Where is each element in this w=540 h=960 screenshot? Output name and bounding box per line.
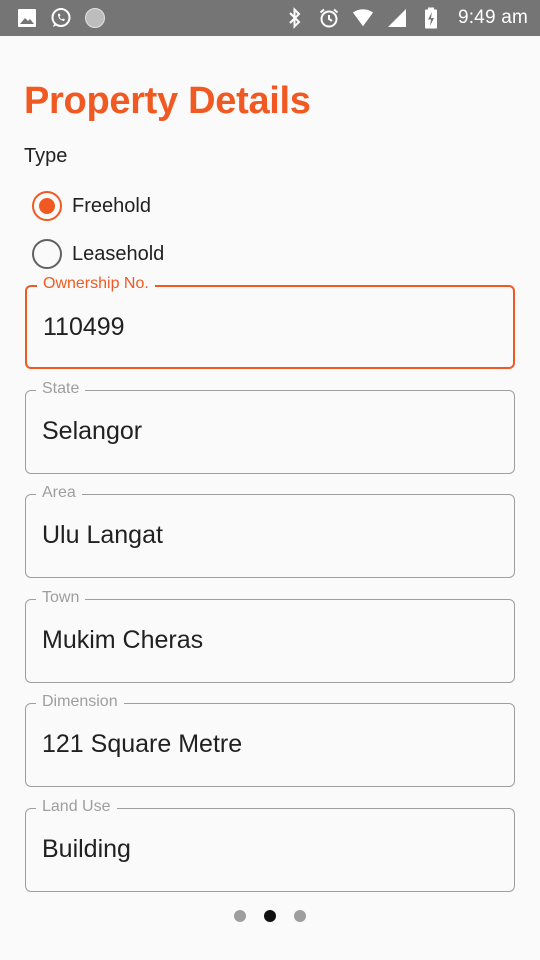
ownership-no-field[interactable]: Ownership No. 110499 <box>25 274 515 369</box>
alarm-icon <box>318 7 340 29</box>
radio-freehold[interactable]: Freehold <box>32 191 151 221</box>
battery-charging-icon <box>420 7 442 29</box>
page-dot-2-active[interactable] <box>264 910 276 922</box>
state-value[interactable]: Selangor <box>42 417 492 446</box>
town-field[interactable]: Town Mukim Cheras <box>25 588 515 683</box>
land-use-value[interactable]: Building <box>42 835 492 864</box>
land-use-label: Land Use <box>36 797 117 817</box>
status-bar-left <box>16 7 106 29</box>
ownership-no-label: Ownership No. <box>37 274 155 294</box>
radio-freehold-label: Freehold <box>72 194 151 217</box>
page-dot-1[interactable] <box>234 910 246 922</box>
page-dot-3[interactable] <box>294 910 306 922</box>
ownership-no-value[interactable]: 110499 <box>43 313 493 342</box>
radio-dot <box>39 198 55 214</box>
land-use-field[interactable]: Land Use Building <box>25 797 515 892</box>
radio-leasehold-label: Leasehold <box>72 242 165 265</box>
area-label: Area <box>36 483 82 503</box>
area-value[interactable]: Ulu Langat <box>42 521 492 550</box>
radio-unchecked-icon <box>32 239 62 269</box>
status-time: 9:49 am <box>457 7 528 28</box>
town-value[interactable]: Mukim Cheras <box>42 626 492 655</box>
circle-icon <box>84 7 106 29</box>
property-details-screen: Property Details Type Freehold Leasehold… <box>0 36 540 960</box>
dimension-label: Dimension <box>36 692 124 712</box>
whatsapp-icon <box>50 7 72 29</box>
page-title: Property Details <box>24 80 311 122</box>
town-label: Town <box>36 588 86 608</box>
dimension-field[interactable]: Dimension 121 Square Metre <box>25 692 515 787</box>
radio-leasehold[interactable]: Leasehold <box>32 239 164 269</box>
gallery-icon <box>16 7 38 29</box>
state-field[interactable]: State Selangor <box>25 379 515 474</box>
dimension-value[interactable]: 121 Square Metre <box>42 730 492 759</box>
area-field[interactable]: Area Ulu Langat <box>25 483 515 578</box>
signal-icon <box>386 7 408 29</box>
wifi-icon <box>352 7 374 29</box>
state-label: State <box>36 379 86 399</box>
status-bar: 9:49 am <box>0 0 540 36</box>
bluetooth-icon <box>284 7 306 29</box>
type-label: Type <box>24 145 68 167</box>
page-indicator <box>0 910 540 922</box>
status-bar-right: 9:49 am <box>284 7 528 29</box>
radio-checked-icon <box>32 191 62 221</box>
